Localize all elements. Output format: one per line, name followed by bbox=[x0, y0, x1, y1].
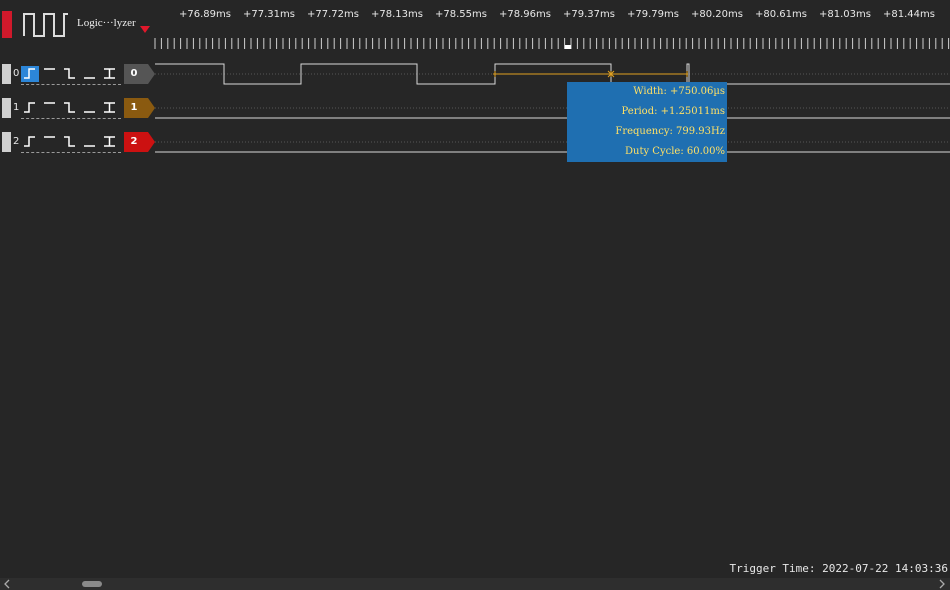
measure-marker-end bbox=[684, 71, 688, 77]
measure-marker-start bbox=[493, 71, 497, 77]
measure-duty-cycle: Duty Cycle: 60.00% bbox=[625, 146, 725, 157]
scrollbar-thumb[interactable] bbox=[82, 581, 102, 587]
scroll-right-icon[interactable] bbox=[938, 579, 946, 589]
measure-width: Width: +750.06µs bbox=[633, 86, 725, 97]
trigger-time: Trigger Time: 2022-07-22 14:03:36 bbox=[729, 562, 948, 575]
measure-frequency: Frequency: 799.93Hz bbox=[615, 126, 725, 137]
horizontal-scrollbar[interactable] bbox=[0, 578, 950, 590]
measurement-popup: Width: +750.06µs Period: +1.25011ms Freq… bbox=[567, 82, 727, 162]
measure-period: Period: +1.25011ms bbox=[621, 106, 726, 117]
scroll-left-icon[interactable] bbox=[3, 579, 11, 589]
waveform-area[interactable] bbox=[0, 0, 950, 170]
